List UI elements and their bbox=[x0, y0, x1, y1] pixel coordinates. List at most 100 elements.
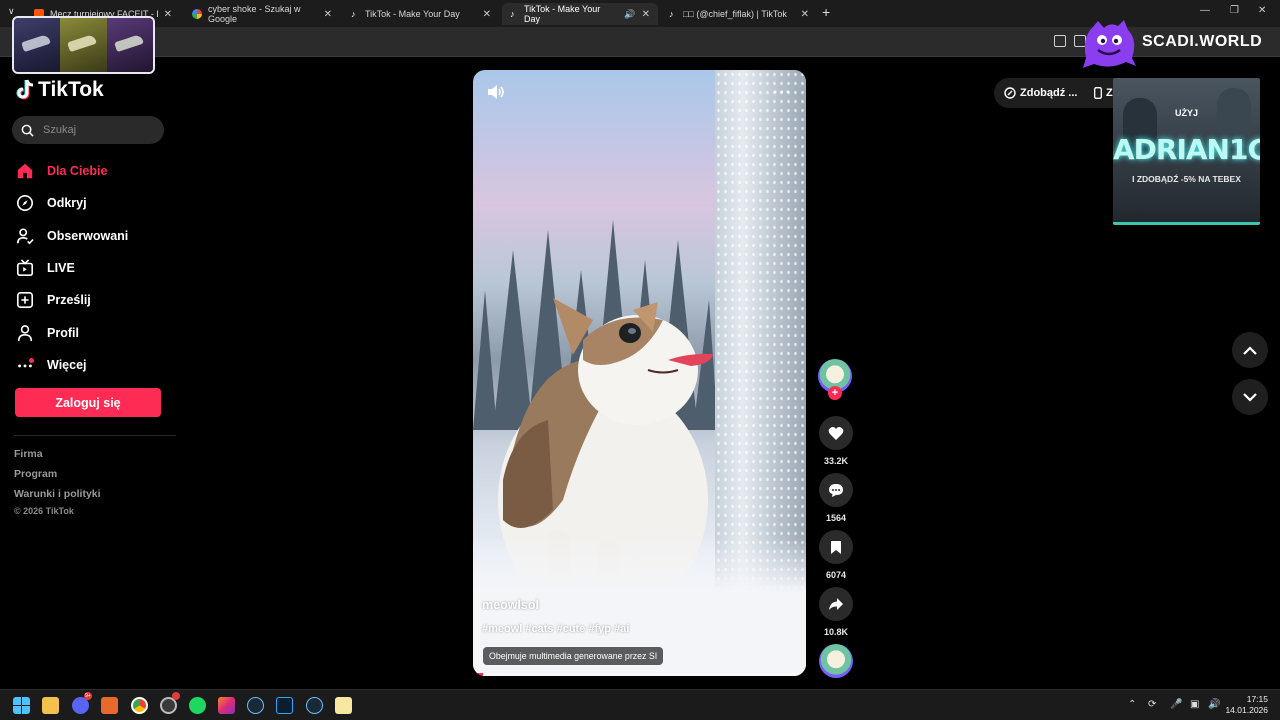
sidebar-divider bbox=[14, 435, 176, 436]
sidebar-item-obserwowani[interactable]: Obserwowani bbox=[16, 220, 166, 252]
next-video-button[interactable] bbox=[1232, 379, 1268, 415]
compass-icon bbox=[16, 195, 34, 212]
bookmark-icon bbox=[831, 540, 841, 554]
app-a-icon[interactable] bbox=[101, 697, 118, 714]
cast-icon[interactable] bbox=[1054, 35, 1066, 47]
notification-badge: 9+ bbox=[84, 692, 92, 700]
music-disc-avatar[interactable] bbox=[819, 644, 853, 678]
sidebar-item-odkryj[interactable]: Odkryj bbox=[16, 187, 166, 219]
steam-icon[interactable] bbox=[247, 697, 264, 714]
tiktok-icon: ♪ bbox=[669, 9, 674, 19]
close-tab-icon[interactable]: ✕ bbox=[801, 9, 809, 20]
minimize-icon[interactable]: — bbox=[1200, 5, 1210, 16]
video-progress-bar[interactable] bbox=[473, 673, 806, 676]
chrome-icon[interactable] bbox=[131, 697, 148, 714]
tab-title: □□ (@chief_fiflak) | TikTok bbox=[683, 9, 787, 19]
chevron-down-icon bbox=[1243, 392, 1257, 402]
save-action[interactable]: 6074 bbox=[819, 530, 853, 580]
video-player[interactable]: ··· meowlsol #meowl #cats #cute #fyp #ai… bbox=[473, 70, 806, 676]
get-app-label: Z bbox=[1106, 87, 1113, 99]
microphone-icon[interactable]: 🎤 bbox=[1170, 699, 1182, 710]
share-button[interactable] bbox=[819, 587, 853, 621]
tab-title: cyber shoke - Szukaj w Google bbox=[208, 4, 301, 24]
maximize-icon[interactable]: ❐ bbox=[1230, 5, 1239, 16]
spotify-icon[interactable] bbox=[189, 697, 206, 714]
lightroom-icon[interactable] bbox=[276, 697, 293, 714]
footer-link-firma[interactable]: Firma bbox=[14, 448, 101, 468]
windows-start-icon[interactable] bbox=[13, 697, 30, 714]
footer-link-terms[interactable]: Warunki i polityki bbox=[14, 488, 101, 508]
tab-list-chevron-icon[interactable]: ∨ bbox=[8, 6, 15, 17]
purple-monster-logo bbox=[1083, 20, 1136, 68]
like-action[interactable]: 33.2K bbox=[819, 416, 853, 466]
tiktok-note-icon bbox=[16, 79, 34, 101]
previous-video-button[interactable] bbox=[1232, 332, 1268, 368]
sidebar-item-live[interactable]: LIVE bbox=[16, 252, 166, 284]
tiktok-logo[interactable]: TikTok bbox=[16, 78, 104, 102]
sidebar-item-przeslij[interactable]: Prześlij bbox=[16, 284, 166, 316]
promo-overlay: UŻYJ ADRIAN1G I ZDOBĄDŹ -5% NA TEBEX bbox=[1113, 78, 1260, 225]
file-explorer-icon[interactable] bbox=[42, 697, 59, 714]
new-tab-button[interactable]: + bbox=[822, 4, 830, 20]
promo-subtitle: I ZDOBĄDŹ -5% NA TEBEX bbox=[1132, 174, 1241, 184]
browser-tab-profile[interactable]: ♪ □□ (@chief_fiflak) | TikTok ✕ bbox=[661, 3, 817, 25]
share-arrow-icon bbox=[829, 598, 843, 610]
follow-plus-icon[interactable]: + bbox=[828, 386, 842, 400]
close-window-icon[interactable]: ✕ bbox=[1258, 5, 1266, 16]
close-tab-icon[interactable]: ✕ bbox=[642, 9, 650, 20]
clock-date: 14.01.2026 bbox=[1225, 705, 1268, 715]
browser-tab-google[interactable]: cyber shoke - Szukaj w Google ✕ bbox=[184, 3, 340, 25]
search-input[interactable] bbox=[43, 124, 153, 136]
get-coins-button[interactable]: Zdobądź ... bbox=[994, 78, 1088, 108]
thumbnail-image bbox=[106, 18, 153, 72]
gallery-icon[interactable] bbox=[218, 697, 235, 714]
browser-tab-tiktok-1[interactable]: ♪ TikTok - Make Your Day ✕ bbox=[343, 3, 499, 25]
close-tab-icon[interactable]: ✕ bbox=[324, 9, 332, 20]
save-count: 6074 bbox=[825, 570, 847, 580]
comment-button[interactable] bbox=[819, 473, 853, 507]
speaker-icon[interactable]: 🔊 bbox=[624, 9, 635, 20]
volume-icon[interactable] bbox=[487, 84, 505, 100]
sidebar-item-label: LIVE bbox=[47, 261, 75, 276]
sidebar-item-label: Profil bbox=[47, 325, 79, 340]
windows-taskbar: 9+ ⌃ ⟳ 🎤 ▣ 🔊 17:15 14.01.2026 bbox=[0, 689, 1280, 720]
copyright: © 2026 TikTok bbox=[14, 506, 74, 516]
tab-title: TikTok - Make Your Day bbox=[524, 4, 601, 24]
comment-action[interactable]: 1564 bbox=[819, 473, 853, 523]
promo-code: ADRIAN1G bbox=[1113, 133, 1260, 166]
login-button[interactable]: Zaloguj się bbox=[15, 388, 161, 417]
sidebar-item-label: Więcej bbox=[47, 357, 87, 372]
share-count: 10.8K bbox=[823, 627, 849, 637]
system-clock[interactable]: 17:15 14.01.2026 bbox=[1225, 694, 1268, 716]
network-icon[interactable]: ▣ bbox=[1190, 699, 1199, 710]
more-options-icon[interactable]: ··· bbox=[773, 84, 792, 102]
sync-icon[interactable]: ⟳ bbox=[1148, 699, 1156, 710]
chevron-up-icon[interactable]: ⌃ bbox=[1128, 699, 1136, 710]
steam-icon[interactable] bbox=[306, 697, 323, 714]
thumbnail-image bbox=[60, 18, 107, 72]
speaker-icon[interactable]: 🔊 bbox=[1208, 699, 1220, 710]
video-author[interactable]: meowlsol bbox=[482, 598, 539, 612]
search-box[interactable] bbox=[12, 116, 164, 144]
tab-title: TikTok - Make Your Day bbox=[365, 9, 460, 19]
following-icon bbox=[16, 228, 34, 245]
video-hashtags[interactable]: #meowl #cats #cute #fyp #ai bbox=[482, 623, 629, 635]
browser-tab-tiktok-active[interactable]: ♪ TikTok - Make Your Day 🔊 ✕ bbox=[502, 3, 658, 25]
profile-icon bbox=[17, 324, 33, 341]
save-button[interactable] bbox=[819, 530, 853, 564]
like-button[interactable] bbox=[819, 416, 853, 450]
sidebar-item-dla-ciebie[interactable]: Dla Ciebie bbox=[16, 155, 166, 187]
close-tab-icon[interactable]: ✕ bbox=[164, 9, 172, 20]
author-avatar[interactable]: + bbox=[818, 359, 852, 400]
app-note-icon[interactable] bbox=[335, 697, 352, 714]
footer-links: Firma Program Warunki i polityki bbox=[14, 448, 101, 508]
close-tab-icon[interactable]: ✕ bbox=[483, 9, 491, 20]
sidebar-item-wiecej[interactable]: Więcej bbox=[16, 349, 166, 381]
footer-link-program[interactable]: Program bbox=[14, 468, 101, 488]
sidebar-item-profil[interactable]: Profil bbox=[16, 316, 166, 348]
brand-text: SCADI.WORLD bbox=[1142, 33, 1263, 50]
share-action[interactable]: 10.8K bbox=[819, 587, 853, 637]
live-tv-icon bbox=[16, 259, 34, 277]
coin-icon bbox=[1004, 87, 1016, 99]
phone-icon bbox=[1094, 87, 1102, 99]
